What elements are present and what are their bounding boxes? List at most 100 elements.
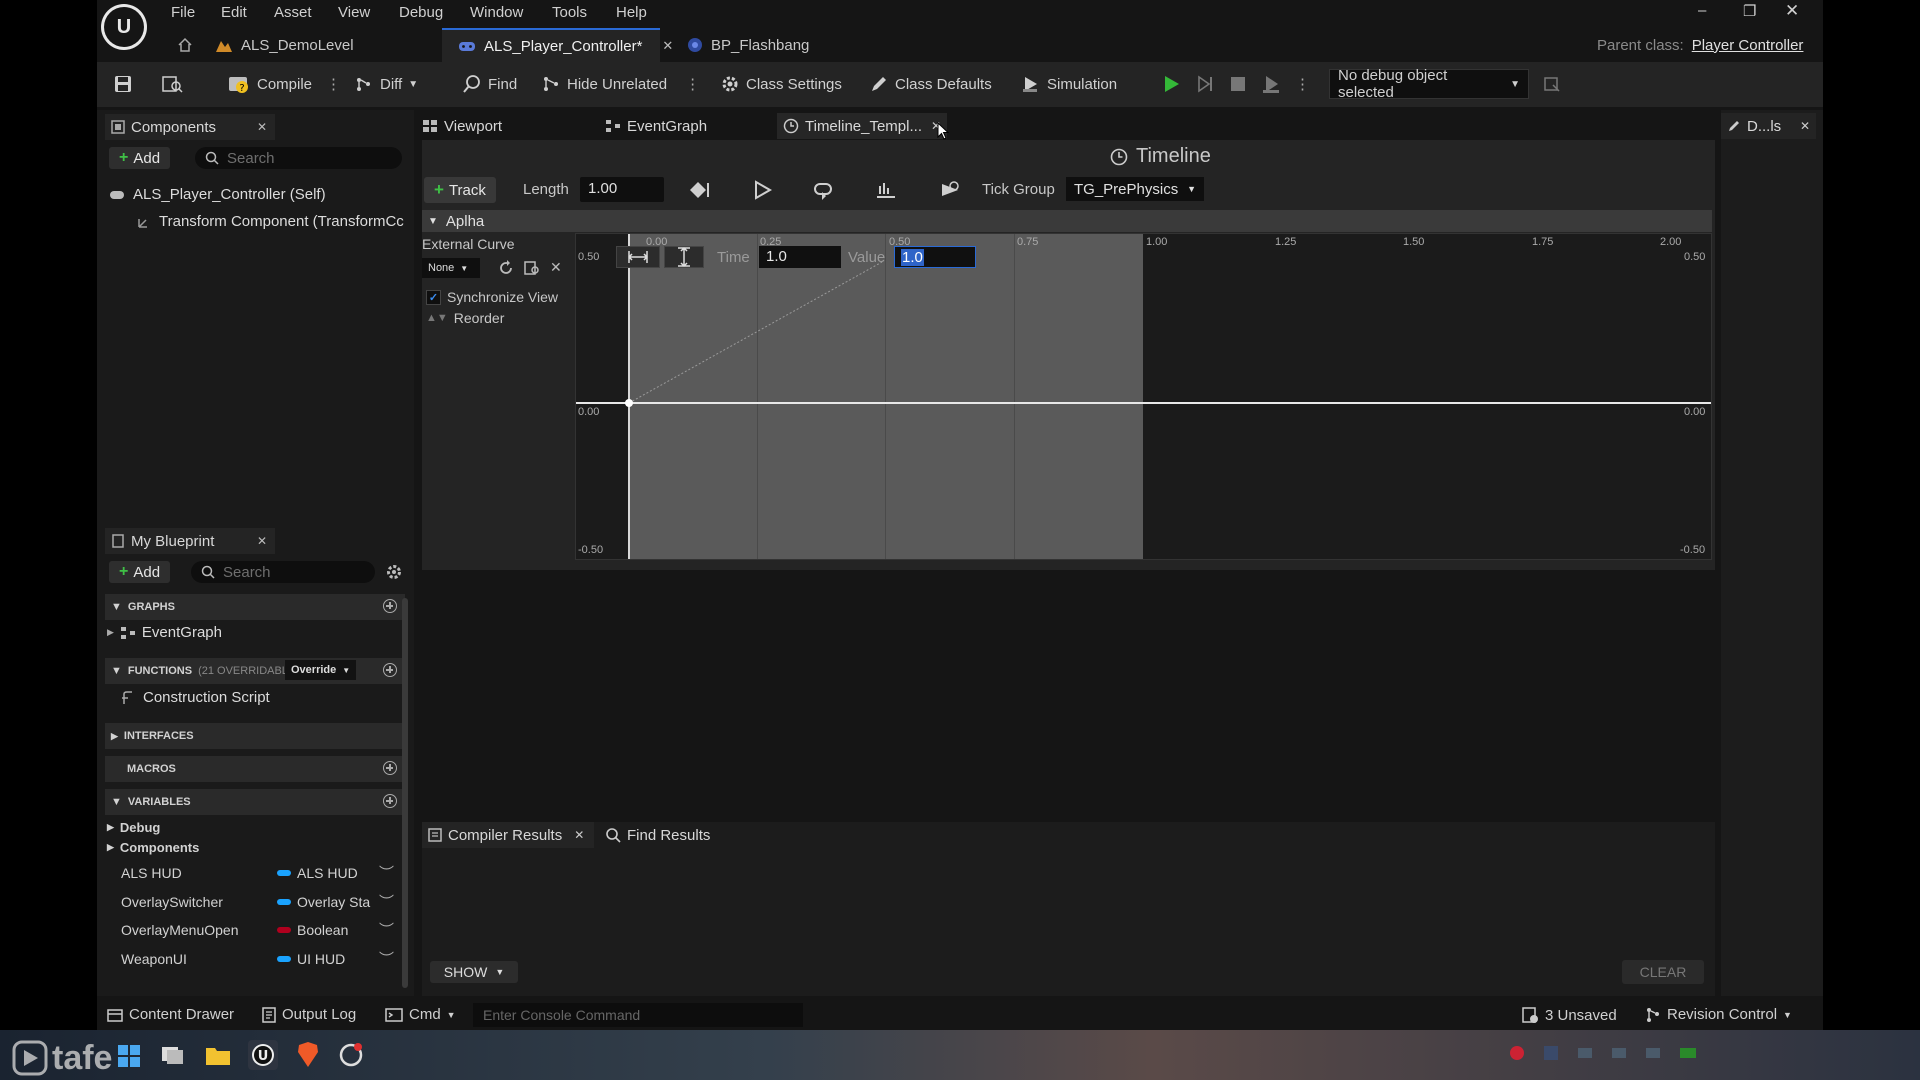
minimize-button[interactable]: –	[1698, 2, 1706, 19]
menu-edit[interactable]: Edit	[221, 4, 247, 21]
unsaved-button[interactable]: 3 Unsaved	[1521, 1006, 1617, 1024]
menu-asset[interactable]: Asset	[274, 4, 312, 21]
interfaces-section[interactable]: ▶ INTERFACES	[105, 723, 405, 749]
external-curve-select[interactable]: None ▼	[422, 258, 480, 278]
play-icon[interactable]	[1161, 74, 1181, 94]
eye-icon[interactable]: ︶	[379, 919, 394, 940]
volume-icon[interactable]	[1646, 1048, 1660, 1058]
network-icon[interactable]	[1578, 1048, 1592, 1058]
hide-unrelated-button[interactable]: Hide Unrelated ⋮	[541, 70, 700, 98]
component-transform[interactable]: Transform Component (TransformCc	[137, 213, 407, 230]
length-input[interactable]: 1.00	[580, 177, 664, 202]
restore-button[interactable]: ❐	[1743, 2, 1756, 20]
hide-unrelated-options-icon[interactable]: ⋮	[685, 75, 700, 93]
close-tab-icon[interactable]: ✕	[257, 120, 267, 134]
tray-icon[interactable]	[1510, 1046, 1524, 1060]
tab-timeline[interactable]: Timeline_Templ... ✕	[777, 113, 947, 139]
functions-section[interactable]: ▼ FUNCTIONS (21 OVERRIDABLI Override ▼	[105, 658, 405, 684]
app-icon[interactable]	[338, 1042, 364, 1068]
eye-icon[interactable]: ︶	[379, 891, 394, 912]
advance-frame-icon[interactable]	[1195, 74, 1215, 94]
unreal-engine-taskbar-icon[interactable]: U	[248, 1040, 278, 1070]
menu-view[interactable]: View	[338, 4, 370, 21]
content-drawer-button[interactable]: Content Drawer	[107, 1006, 234, 1023]
ignore-time-dilation-icon[interactable]	[938, 180, 962, 200]
zoom-to-fit-horizontal-button[interactable]	[616, 246, 660, 268]
output-log-button[interactable]: Output Log	[262, 1006, 356, 1023]
menu-file[interactable]: File	[171, 4, 195, 21]
debug-object-select[interactable]: No debug object selected ▼	[1329, 67, 1529, 101]
variable-group-debug[interactable]: ▶ Debug	[107, 820, 160, 835]
tab-viewport[interactable]: Viewport	[422, 113, 502, 139]
add-variable-icon[interactable]	[383, 794, 397, 808]
menu-debug[interactable]: Debug	[399, 4, 443, 21]
use-last-keyframe-icon[interactable]	[687, 180, 711, 200]
battery-icon[interactable]	[1680, 1048, 1696, 1058]
brave-browser-icon[interactable]	[296, 1042, 320, 1068]
variables-section[interactable]: ▼ VARIABLES	[105, 789, 405, 815]
key-value-input[interactable]: 1.0	[894, 246, 976, 268]
tab-als-player-controller[interactable]: ALS_Player_Controller* ✕	[442, 28, 673, 62]
diff-button[interactable]: Diff ▼	[354, 70, 418, 98]
save-button[interactable]	[113, 70, 133, 98]
loop-icon[interactable]	[812, 180, 836, 200]
show-dropdown[interactable]: SHOW ▼	[430, 961, 518, 983]
close-tab-icon[interactable]: ✕	[1800, 119, 1810, 133]
replicated-icon[interactable]	[874, 180, 898, 200]
function-item-construction-script[interactable]: Construction Script	[121, 689, 270, 706]
windows-start-icon[interactable]	[117, 1044, 141, 1068]
add-graph-icon[interactable]	[383, 599, 397, 613]
home-tab[interactable]	[177, 28, 193, 62]
eye-icon[interactable]: ︶	[379, 862, 394, 883]
clear-curve-icon[interactable]: ✕	[550, 259, 562, 276]
console-command-input[interactable]: Enter Console Command	[473, 1003, 803, 1027]
eye-icon[interactable]: ︶	[379, 948, 394, 969]
tab-compiler-results[interactable]: Compiler Results ✕	[422, 822, 594, 848]
class-defaults-button[interactable]: Class Defaults	[869, 70, 992, 98]
override-dropdown[interactable]: Override ▼	[285, 660, 357, 680]
variable-group-components[interactable]: ▶ Components	[107, 840, 199, 855]
add-macro-icon[interactable]	[383, 761, 397, 775]
tab-find-results[interactable]: Find Results	[605, 822, 710, 848]
my-blueprint-scrollbar[interactable]	[402, 598, 408, 988]
curve-graph[interactable]: 0.00 0.25 0.50 0.75 1.00 1.25 1.50 1.75 …	[575, 233, 1712, 560]
add-member-button[interactable]: + Add	[109, 561, 171, 583]
autoplay-icon[interactable]	[752, 180, 774, 200]
clear-button[interactable]: CLEAR	[1622, 960, 1704, 984]
reorder-button[interactable]: ▲▼ Reorder	[426, 310, 504, 326]
tab-my-blueprint[interactable]: My Blueprint ✕	[105, 528, 275, 554]
menu-tools[interactable]: Tools	[552, 4, 587, 21]
cmd-dropdown[interactable]: Cmd ▼	[385, 1006, 456, 1023]
stop-icon[interactable]	[1229, 75, 1247, 93]
track-header[interactable]: ▼ Aplha	[422, 210, 1712, 232]
macros-section[interactable]: MACROS	[105, 756, 405, 782]
zoom-to-fit-vertical-button[interactable]	[664, 246, 704, 268]
use-selected-asset-icon[interactable]	[498, 260, 514, 276]
wifi-icon[interactable]	[1612, 1048, 1626, 1058]
revision-control-button[interactable]: Revision Control ▼	[1645, 1006, 1792, 1023]
add-component-button[interactable]: + Add	[109, 147, 171, 169]
component-self[interactable]: ALS_Player_Controller (Self)	[109, 186, 326, 203]
parent-class-link[interactable]: Player Controller	[1692, 37, 1804, 54]
synchronize-view-checkbox[interactable]: ✓ Synchronize View	[426, 289, 558, 305]
browse-asset-icon[interactable]	[524, 260, 540, 276]
unreal-logo[interactable]: U	[101, 4, 147, 50]
add-track-button[interactable]: + Track	[424, 177, 496, 203]
tab-bp-flashbang[interactable]: BP_Flashbang	[687, 28, 809, 62]
tick-group-select[interactable]: TG_PrePhysics ▼	[1066, 177, 1204, 201]
tab-components[interactable]: Components ✕	[105, 114, 275, 140]
play-options-icon[interactable]: ⋮	[1295, 75, 1310, 93]
close-tab-icon[interactable]: ✕	[257, 534, 267, 548]
close-window-button[interactable]: ✕	[1785, 1, 1799, 21]
task-view-icon[interactable]	[160, 1044, 186, 1066]
compile-button[interactable]: ? Compile ⋮	[227, 70, 341, 98]
graphs-section[interactable]: ▼ GRAPHS	[105, 594, 405, 620]
eject-icon[interactable]	[1261, 74, 1281, 94]
debug-filter-button[interactable]	[1543, 70, 1561, 98]
menu-help[interactable]: Help	[616, 4, 647, 21]
graph-item-eventgraph[interactable]: ▶ EventGraph	[107, 624, 222, 641]
simulation-button[interactable]: Simulation	[1021, 70, 1117, 98]
key-time-input[interactable]: 1.0	[759, 246, 841, 268]
my-blueprint-search-input[interactable]: Search	[191, 561, 375, 583]
tray-icon[interactable]	[1544, 1046, 1558, 1060]
